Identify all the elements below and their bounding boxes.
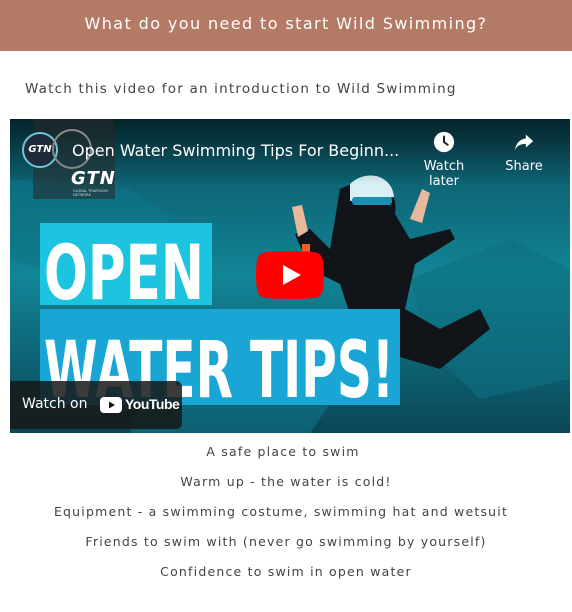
list-item: Confidence to swim in open water (160, 564, 412, 579)
watch-later-label: Watch later (423, 159, 465, 189)
list-item: A safe place to swim (206, 444, 360, 459)
list-item: Friends to swim with (never go swimming … (85, 534, 487, 549)
watch-later-button[interactable]: Watch later (408, 131, 480, 189)
play-button[interactable] (256, 251, 324, 299)
share-label: Share (505, 159, 543, 174)
youtube-wordmark: YouTube (125, 396, 180, 412)
clock-icon (433, 131, 455, 153)
channel-name: GTN (71, 168, 116, 189)
youtube-embed[interactable]: OPEN WATER TIPS! GTN GLOBAL TRIATHLON NE… (10, 119, 570, 433)
thumbnail-line1: OPEN (44, 228, 204, 317)
requirements-list: A safe place to swim Warm up - the water… (0, 444, 572, 594)
page-header: What do you need to start Wild Swimming? (0, 0, 572, 51)
intro-text: Watch this video for an introduction to … (25, 81, 457, 97)
list-item: Warm up - the water is cold! (180, 474, 392, 489)
page-title: What do you need to start Wild Swimming? (84, 14, 488, 33)
channel-tagline: GLOBAL TRIATHLON NETWORK (73, 189, 108, 197)
watch-on-label: Watch on (22, 396, 88, 412)
youtube-logo: YouTube (100, 395, 180, 415)
youtube-play-icon (100, 397, 122, 413)
share-icon (514, 134, 534, 151)
share-button[interactable]: Share (500, 131, 548, 174)
watch-on-youtube-button[interactable]: Watch on YouTube (10, 381, 182, 429)
video-title[interactable]: Open Water Swimming Tips For Beginn... (72, 141, 399, 160)
list-item: Equipment - a swimming costume, swimming… (53, 504, 509, 519)
